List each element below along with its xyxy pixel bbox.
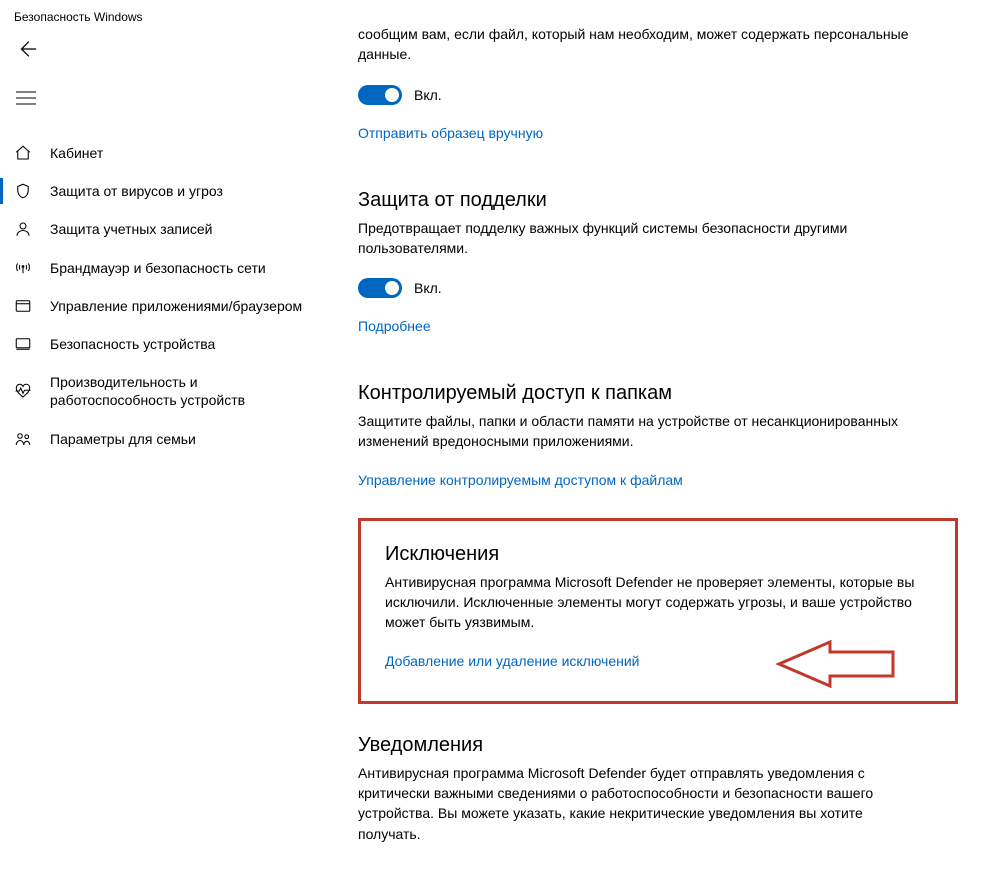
section-heading: Уведомления — [358, 734, 958, 757]
exclusions-section-highlight: Исключения Антивирусная программа Micros… — [358, 518, 958, 704]
sidebar-item-family[interactable]: Параметры для семьи — [0, 420, 330, 458]
sidebar-item-firewall[interactable]: Брандмауэр и безопасность сети — [0, 249, 330, 287]
family-icon — [14, 430, 32, 448]
shield-icon — [14, 182, 32, 200]
heart-icon — [14, 382, 32, 400]
sidebar-item-label: Защита учетных записей — [50, 220, 316, 238]
sidebar-item-account[interactable]: Защита учетных записей — [0, 210, 330, 248]
sidebar-item-label: Защита от вирусов и угроз — [50, 182, 316, 200]
section-description: Защитите файлы, папки и области памяти н… — [358, 411, 918, 452]
person-icon — [14, 220, 32, 238]
sidebar-item-home[interactable]: Кабинет — [0, 134, 330, 172]
section-description: Предотвращает подделку важных функций си… — [358, 218, 918, 259]
tamper-protection-section: Защита от подделки Предотвращает подделк… — [358, 189, 958, 337]
hamburger-menu-button[interactable] — [16, 92, 36, 109]
toggle-state-label: Вкл. — [414, 280, 442, 296]
notifications-section: Уведомления Антивирусная программа Micro… — [358, 734, 958, 844]
sidebar-item-label: Безопасность устройства — [50, 335, 316, 353]
section-description: Антивирусная программа Microsoft Defende… — [358, 763, 918, 844]
tamper-protection-toggle[interactable] — [358, 278, 402, 298]
sidebar-item-label: Кабинет — [50, 144, 316, 162]
sidebar-item-label: Управление приложениями/браузером — [50, 297, 316, 315]
sidebar-item-app-browser[interactable]: Управление приложениями/браузером — [0, 287, 330, 325]
sample-submission-toggle[interactable] — [358, 85, 402, 105]
home-icon — [14, 144, 32, 162]
sidebar-item-device-security[interactable]: Безопасность устройства — [0, 325, 330, 363]
back-button[interactable] — [16, 47, 38, 64]
add-remove-exclusions-link[interactable]: Добавление или удаление исключений — [385, 653, 640, 669]
section-heading: Контролируемый доступ к папкам — [358, 382, 958, 405]
tamper-learn-more-link[interactable]: Подробнее — [358, 318, 431, 334]
app-title: Безопасность Windows — [0, 0, 330, 28]
device-security-icon — [14, 335, 32, 353]
sidebar-item-virus-threat[interactable]: Защита от вирусов и угроз — [0, 172, 330, 210]
app-root: Безопасность Windows Кабинет — [0, 0, 998, 883]
app-browser-icon — [14, 297, 32, 315]
sidebar-item-label: Брандмауэр и безопасность сети — [50, 259, 316, 277]
sidebar-item-label: Производительность и работоспособность у… — [50, 373, 316, 409]
annotation-arrow-icon — [775, 640, 895, 693]
sidebar-item-performance[interactable]: Производительность и работоспособность у… — [0, 363, 330, 419]
main-content: сообщим вам, если файл, который нам необ… — [330, 0, 998, 883]
toggle-state-label: Вкл. — [414, 87, 442, 103]
antenna-icon — [14, 259, 32, 277]
sidebar: Безопасность Windows Кабинет — [0, 0, 330, 883]
controlled-folder-access-section: Контролируемый доступ к папкам Защитите … — [358, 382, 958, 490]
section-heading: Защита от подделки — [358, 189, 958, 212]
section-description: Антивирусная программа Microsoft Defende… — [385, 572, 931, 633]
nav-list: Кабинет Защита от вирусов и угроз Защита… — [0, 134, 330, 458]
sample-submission-section: сообщим вам, если файл, который нам необ… — [358, 24, 958, 143]
section-heading: Исключения — [385, 543, 931, 566]
manage-cfa-link[interactable]: Управление контролируемым доступом к фай… — [358, 472, 683, 488]
sidebar-item-label: Параметры для семьи — [50, 430, 316, 448]
submit-sample-manually-link[interactable]: Отправить образец вручную — [358, 125, 543, 141]
section-description: сообщим вам, если файл, который нам необ… — [358, 24, 918, 65]
